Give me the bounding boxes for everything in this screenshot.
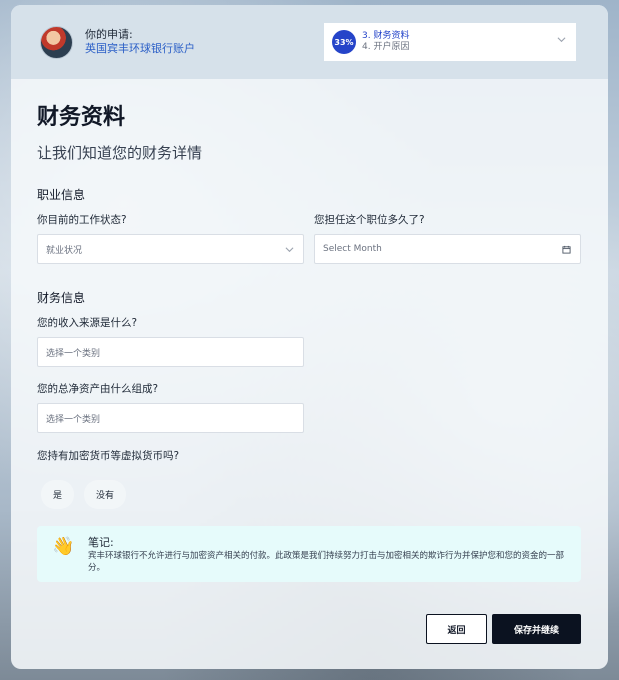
note-title: 笔记: bbox=[88, 536, 114, 549]
application-text: 你的申请: 英国宾丰环球银行账户 bbox=[85, 28, 195, 56]
application-summary: 你的申请: 英国宾丰环球银行账户 bbox=[40, 25, 195, 59]
application-value: 英国宾丰环球银行账户 bbox=[85, 42, 195, 55]
networth-placeholder: 选择一个类别 bbox=[46, 414, 101, 425]
occupation-section-title: 职业信息 bbox=[37, 188, 86, 202]
next-step: 4. 开户原因 bbox=[362, 42, 410, 52]
duration-question: 您担任这个职位多久了? bbox=[314, 214, 425, 226]
income-source-select[interactable]: 选择一个类别 bbox=[37, 337, 304, 367]
waving-hand-icon: 👋 bbox=[52, 536, 75, 557]
application-label: 你的申请: bbox=[85, 28, 133, 41]
crypto-options: 是 没有 bbox=[41, 480, 127, 509]
crypto-question: 您持有加密货币等虚拟货币吗? bbox=[37, 450, 180, 462]
income-question: 您的收入来源是什么? bbox=[37, 317, 138, 329]
crypto-no-option[interactable]: 没有 bbox=[84, 480, 127, 509]
finance-section-title: 财务信息 bbox=[37, 291, 86, 305]
employment-status-value: 就业状况 bbox=[46, 245, 83, 256]
duration-placeholder: Select Month bbox=[323, 244, 382, 254]
calendar-icon bbox=[562, 245, 571, 254]
save-continue-button[interactable]: 保存并继续 bbox=[492, 614, 581, 644]
crypto-yes-option[interactable]: 是 bbox=[41, 480, 75, 509]
employment-question: 你目前的工作状态? bbox=[37, 214, 127, 226]
chevron-down-icon bbox=[557, 37, 566, 43]
crypto-note: 👋 笔记: 宾丰环球银行不允许进行与加密资产相关的付款。此政策是我们持续努力打击… bbox=[37, 526, 581, 582]
step-list: 3. 财务资料 4. 开户原因 bbox=[362, 31, 409, 53]
back-button[interactable]: 返回 bbox=[426, 614, 487, 644]
page-subtitle: 让我们知道您的财务详情 bbox=[37, 144, 203, 162]
avatar bbox=[40, 25, 73, 59]
networth-select[interactable]: 选择一个类别 bbox=[37, 403, 304, 433]
income-placeholder: 选择一个类别 bbox=[46, 348, 101, 359]
page-title: 财务资料 bbox=[37, 105, 126, 130]
progress-dropdown[interactable]: 33% 3. 财务资料 4. 开户原因 bbox=[324, 23, 576, 61]
employment-status-select[interactable]: 就业状况 bbox=[37, 234, 304, 264]
networth-question: 您的总净资产由什么组成? bbox=[37, 383, 159, 395]
note-body: 宾丰环球银行不允许进行与加密资产相关的付款。此政策是我们持续努力打击与加密相关的… bbox=[88, 551, 565, 573]
progress-indicator: 33% bbox=[332, 30, 356, 54]
application-header: 你的申请: 英国宾丰环球银行账户 33% 3. 财务资料 4. 开户原因 bbox=[11, 5, 608, 79]
application-card: 你的申请: 英国宾丰环球银行账户 33% 3. 财务资料 4. 开户原因 财务资… bbox=[11, 5, 608, 669]
duration-month-picker[interactable]: Select Month bbox=[314, 234, 581, 264]
chevron-down-icon bbox=[285, 247, 294, 253]
current-step: 3. 财务资料 bbox=[362, 31, 410, 41]
